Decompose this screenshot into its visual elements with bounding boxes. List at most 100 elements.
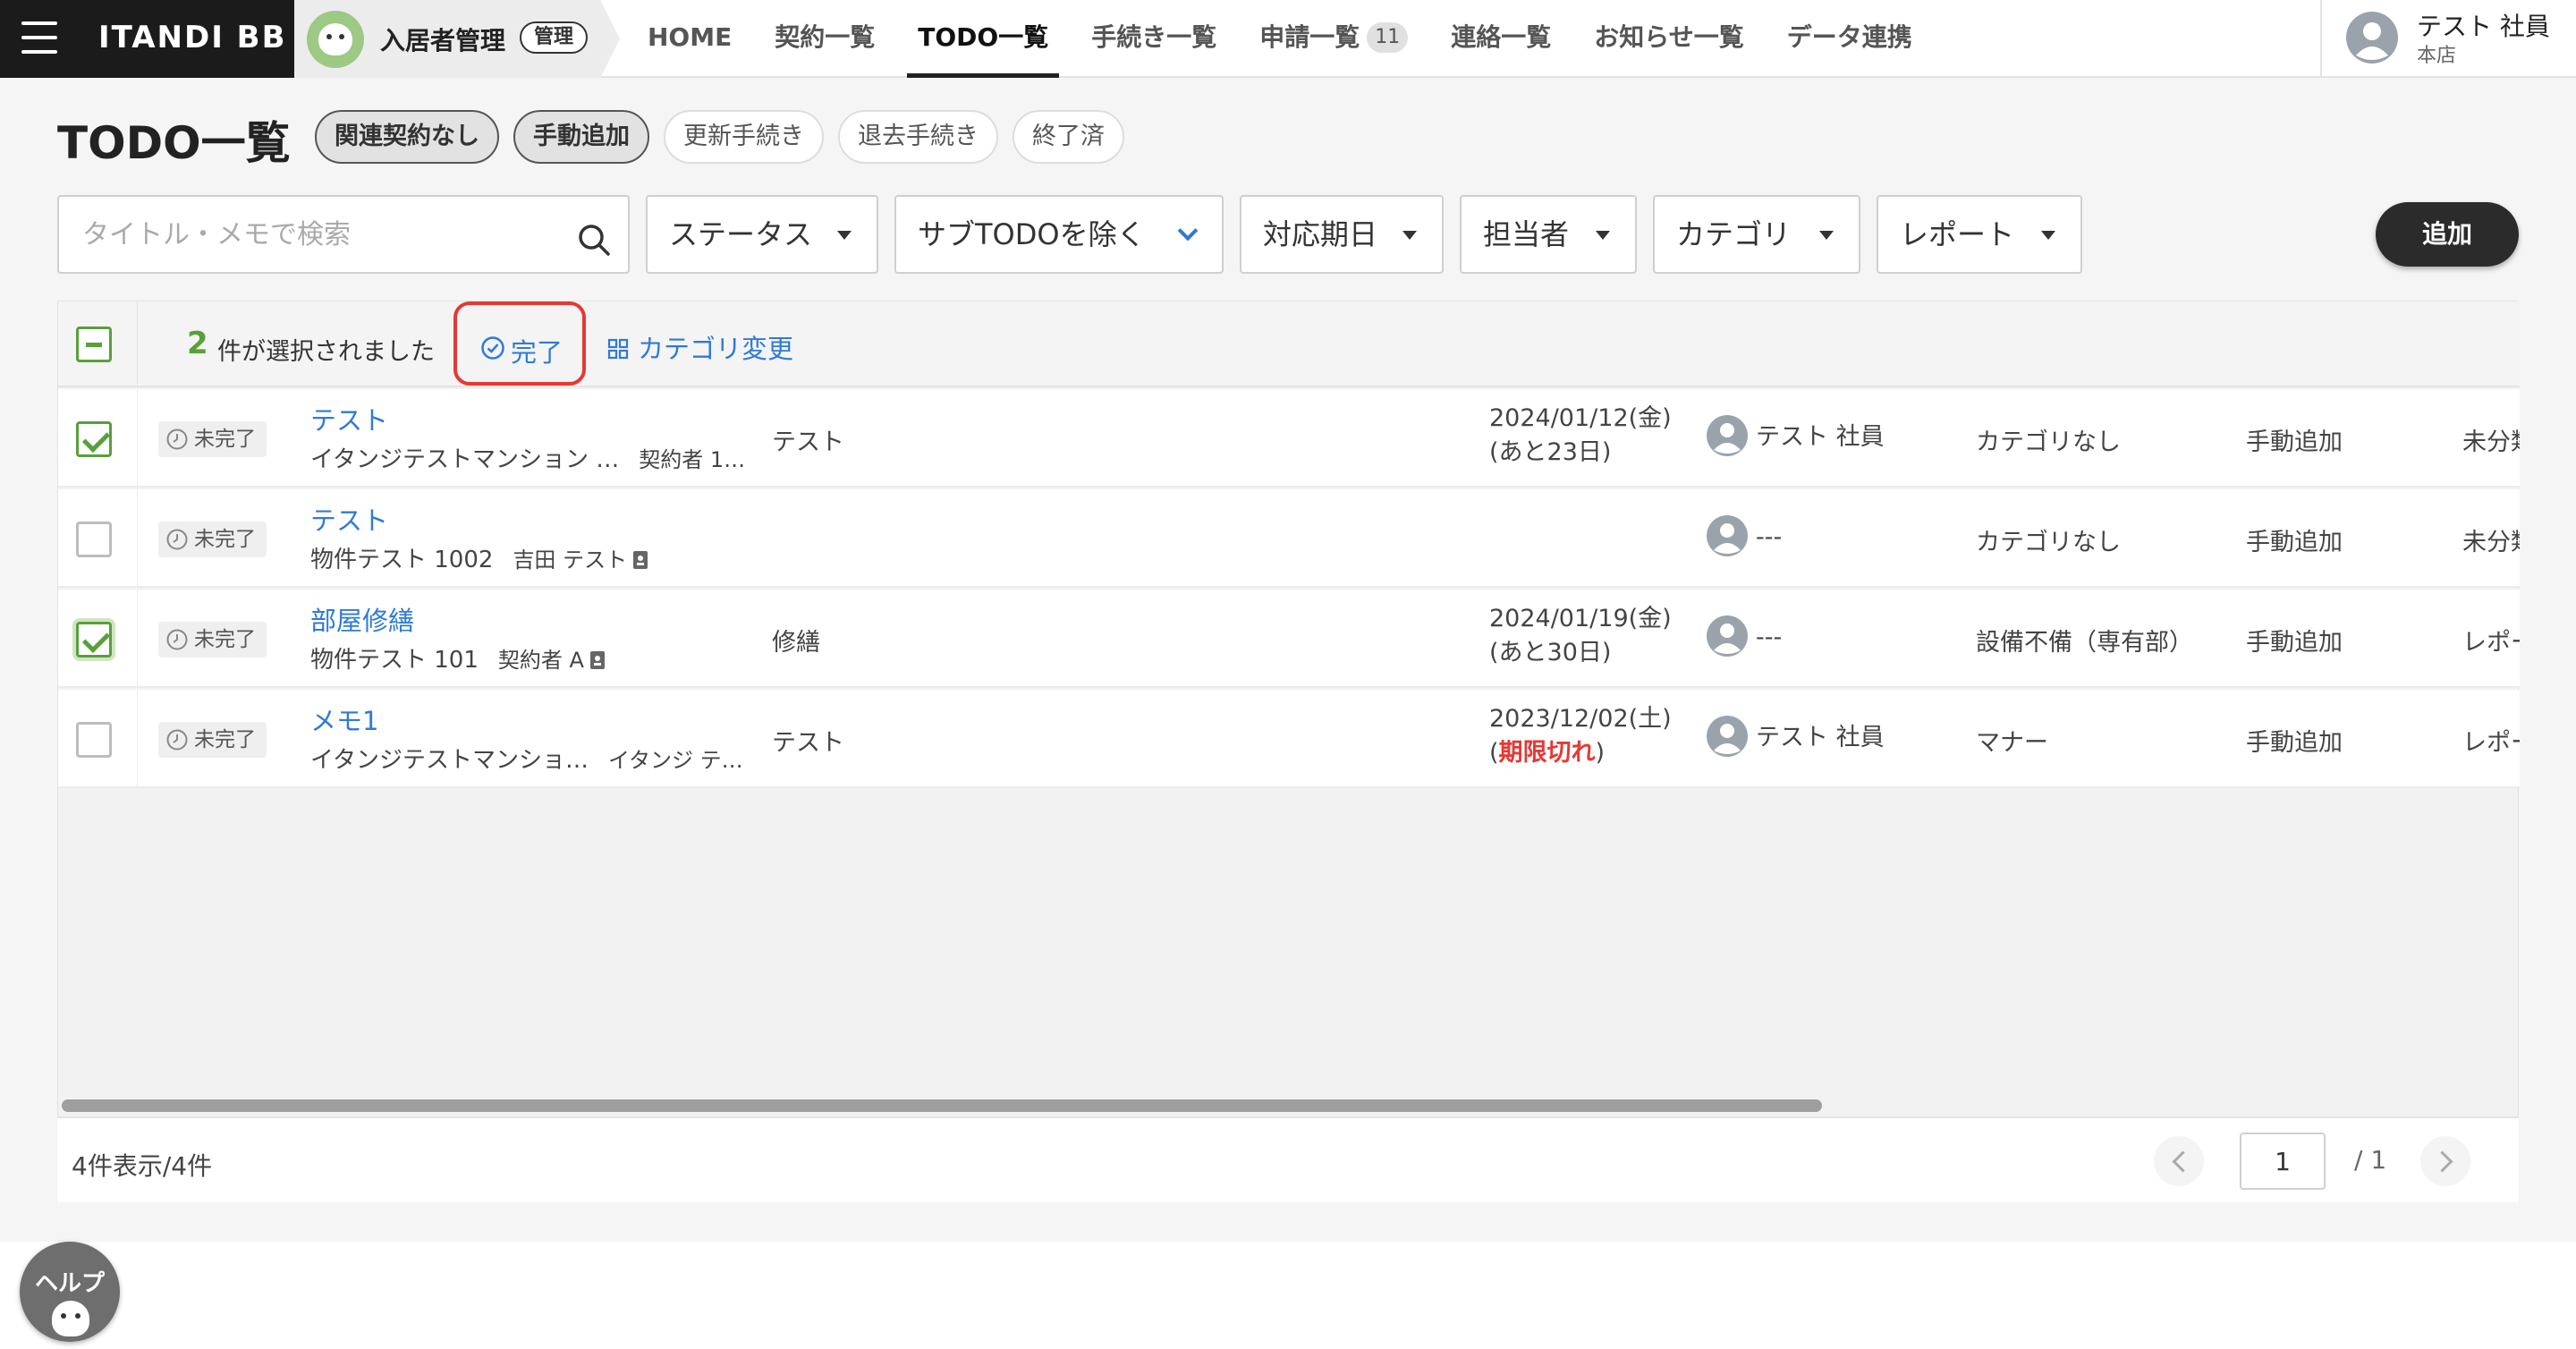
bulk-complete-button[interactable]: 完了	[453, 301, 586, 386]
help-button[interactable]: ヘルプ	[20, 1242, 120, 1342]
todo-report: レポート	[2462, 629, 2520, 657]
nav-messages[interactable]: 連絡一覧	[1429, 0, 1572, 78]
todo-category: カテゴリなし	[1976, 428, 2121, 456]
row-checkbox[interactable]	[76, 622, 112, 658]
nav-contracts[interactable]: 契約一覧	[753, 0, 896, 78]
bear-mascot-icon	[52, 1301, 89, 1336]
todo-title-link[interactable]: メモ1	[310, 700, 378, 738]
nav-notices[interactable]: お知らせ一覧	[1572, 0, 1765, 78]
top-header: ITANDI BB 入居者管理 管理 HOME 契約一覧 TODO一覧 手続き一…	[0, 0, 2576, 78]
assignee-name: ---	[1756, 624, 1783, 651]
nav-label: データ連携	[1786, 22, 1912, 52]
quick-filter-no-contract[interactable]: 関連契約なし	[315, 110, 499, 164]
contract-document-icon	[633, 551, 648, 569]
nav-label: TODO一覧	[918, 22, 1049, 52]
selected-count: 2	[187, 326, 208, 361]
quick-filter-renewal[interactable]: 更新手続き	[664, 110, 824, 164]
brand-logo[interactable]: ITANDI BB	[98, 20, 287, 55]
tenant-name: イタンジ テ…	[607, 748, 743, 773]
row-checkbox[interactable]	[76, 722, 112, 758]
change-category-label: カテゴリ変更	[638, 334, 794, 364]
result-count: 4件表示/4件	[72, 1151, 213, 1181]
todo-table: 2 件が選択されました 完了 カテゴリ変更 未完了 テスト イタンジテストマンシ…	[57, 301, 2520, 1201]
table-row[interactable]: 未完了 部屋修繕 物件テスト 101 契約者 A 修繕 2024/01/19(金)…	[58, 590, 2520, 688]
due-note: (あと30日)	[1489, 639, 1612, 666]
page-number-input[interactable]	[2240, 1133, 2326, 1190]
assignee-avatar-icon	[1707, 515, 1748, 556]
subtodo-filter-dropdown[interactable]: サブTODOを除く	[894, 195, 1224, 274]
help-label: ヘルプ	[34, 1270, 105, 1297]
todo-property: 物件テスト 101 契約者 A	[310, 641, 606, 674]
dropdown-label: サブTODOを除く	[918, 217, 1146, 251]
nav-procedures[interactable]: 手続き一覧	[1070, 0, 1238, 78]
table-row[interactable]: 未完了 テスト 物件テスト 1002 吉田 テスト --- カテゴリなし 手動追加…	[58, 489, 2520, 588]
nav-applications[interactable]: 申請一覧 11	[1238, 0, 1429, 78]
todo-assignee: テスト 社員	[1706, 715, 1885, 758]
quick-filter-manual[interactable]: 手動追加	[513, 110, 649, 164]
todo-memo: テスト	[772, 729, 844, 757]
property-name: 物件テスト 1002	[310, 547, 494, 573]
due-filter-dropdown[interactable]: 対応期日	[1240, 195, 1444, 274]
selected-text: 件が選択されました	[217, 338, 435, 366]
nav-todo[interactable]: TODO一覧	[896, 0, 1070, 78]
quick-filter-moveout[interactable]: 退去手続き	[838, 110, 998, 164]
user-menu[interactable]: テスト 社員 本店	[2320, 0, 2576, 78]
nav-label: 手続き一覧	[1091, 22, 1217, 52]
search-box	[57, 195, 630, 274]
category-filter-dropdown[interactable]: カテゴリ	[1653, 195, 1860, 274]
todo-report: 未分類	[2462, 529, 2520, 556]
todo-title-link[interactable]: テスト	[310, 500, 388, 538]
todo-assignee: ---	[1706, 514, 1782, 557]
report-filter-dropdown[interactable]: レポート	[1877, 195, 2082, 274]
todo-title-link[interactable]: テスト	[310, 400, 388, 437]
todo-kind: 手動追加	[2246, 529, 2343, 556]
nav-home[interactable]: HOME	[626, 0, 753, 78]
search-input[interactable]	[82, 213, 565, 256]
app-name: 入居者管理	[380, 26, 506, 55]
caret-down-icon	[1402, 231, 1417, 240]
todo-due-date: 2023/12/02(土) (期限切れ)	[1489, 702, 1672, 770]
brand-area: ITANDI BB	[0, 0, 294, 78]
nav-label: お知らせ一覧	[1594, 22, 1744, 52]
search-icon[interactable]	[576, 222, 612, 258]
todo-title-link[interactable]: 部屋修繕	[310, 600, 414, 638]
next-page-button[interactable]	[2420, 1136, 2470, 1186]
due-date: 2023/12/02(土)	[1489, 705, 1672, 733]
row-checkbox[interactable]	[76, 421, 112, 457]
caret-down-icon	[1819, 231, 1834, 240]
quick-filter-finished[interactable]: 終了済	[1013, 110, 1124, 164]
todo-assignee: テスト 社員	[1706, 414, 1885, 457]
select-all-checkbox[interactable]	[76, 327, 112, 362]
dropdown-label: レポート	[1900, 217, 2015, 251]
assignee-filter-dropdown[interactable]: 担当者	[1460, 195, 1637, 274]
assignee-avatar-icon	[1707, 716, 1748, 757]
complete-label: 完了	[511, 337, 564, 368]
prev-page-button[interactable]	[2154, 1136, 2204, 1186]
add-todo-button[interactable]: 追加	[2376, 202, 2519, 267]
app-switcher[interactable]: 入居者管理 管理	[294, 0, 620, 78]
caret-down-icon	[2041, 231, 2055, 240]
page-title: TODO一覧	[57, 117, 291, 169]
todo-memo: テスト	[772, 428, 844, 456]
status-text: 未完了	[194, 628, 256, 651]
main-nav: HOME 契約一覧 TODO一覧 手続き一覧 申請一覧 11 連絡一覧 お知らせ一…	[626, 0, 1934, 78]
table-row[interactable]: 未完了 メモ1 イタンジテストマンショ… イタンジ テ… テスト 2023/12/…	[58, 690, 2520, 788]
status-text: 未完了	[194, 428, 256, 451]
hamburger-menu-icon[interactable]	[21, 21, 57, 54]
tenant-name: 契約者 1…	[639, 447, 746, 472]
tenant-name: 契約者 A	[497, 648, 584, 673]
todo-property: イタンジテストマンション … 契約者 1…	[310, 441, 745, 474]
status-filter-dropdown[interactable]: ステータス	[646, 195, 878, 274]
bear-mascot-icon	[307, 11, 364, 68]
nav-data-integration[interactable]: データ連携	[1766, 0, 1934, 78]
contract-document-icon	[589, 651, 605, 669]
todo-due-date: 2024/01/19(金) (あと30日)	[1489, 602, 1672, 670]
app-role-badge: 管理	[520, 21, 589, 54]
status-badge: 未完了	[158, 722, 267, 758]
table-row[interactable]: 未完了 テスト イタンジテストマンション … 契約者 1… テスト 2024/01…	[58, 389, 2520, 488]
row-checkbox[interactable]	[76, 522, 112, 557]
horizontal-scrollbar[interactable]	[62, 1099, 1822, 1112]
bulk-change-category-button[interactable]: カテゴリ変更	[607, 328, 793, 366]
assignee-name: テスト 社員	[1756, 423, 1885, 451]
status-badge: 未完了	[158, 622, 267, 658]
